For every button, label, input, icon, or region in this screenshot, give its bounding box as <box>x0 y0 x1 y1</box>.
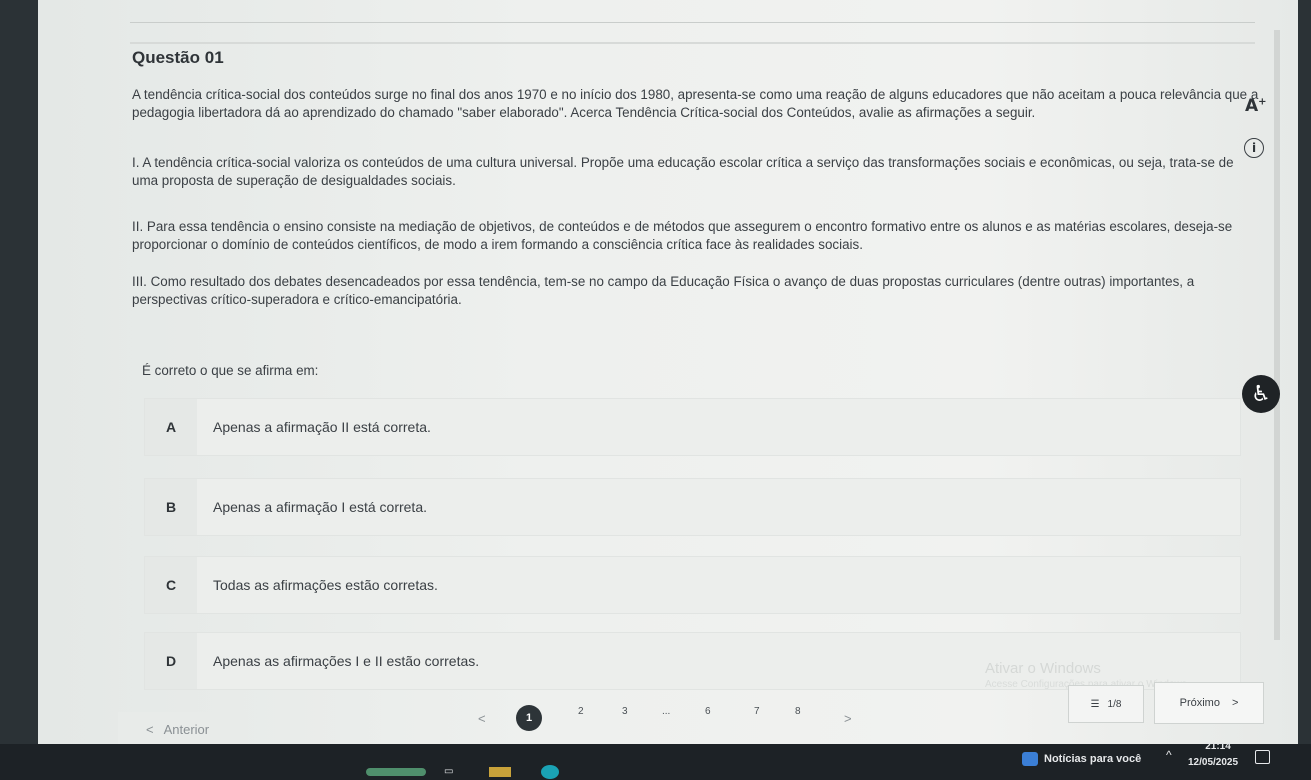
font-size-letter: A <box>1245 96 1259 116</box>
taskbar-edge-icon[interactable] <box>541 765 559 779</box>
chevron-right-icon: > <box>1231 697 1239 709</box>
question-prompt: É correto o que se afirma em: <box>142 363 319 378</box>
tray-expand-icon[interactable]: ^ <box>1166 748 1172 762</box>
option-text: Apenas a afirmação I está correta. <box>213 499 427 515</box>
info-icon[interactable]: i <box>1244 138 1264 158</box>
option-letter: D <box>145 633 197 689</box>
pager-next-icon[interactable]: > <box>844 711 852 726</box>
option-b[interactable]: B Apenas a afirmação I está correta. <box>144 478 1241 536</box>
page-1[interactable]: 1 <box>516 705 542 731</box>
question-intro: A tendência crítica-social dos conteúdos… <box>132 87 1259 120</box>
next-label: Próximo <box>1179 697 1220 709</box>
taskbar-task-view-icon[interactable]: ▭ <box>444 766 453 777</box>
clock-time[interactable]: 21:14 <box>1198 741 1238 752</box>
question-progress[interactable]: ☰ 1/8 <box>1068 685 1144 723</box>
chevron-left-icon: < <box>146 721 154 737</box>
page-2[interactable]: 2 <box>578 706 584 717</box>
page-7[interactable]: 7 <box>754 706 760 717</box>
accessibility-icon[interactable]: ♿ <box>1242 375 1280 413</box>
browser-screen: Questão 01 A tendência crítica-social do… <box>38 0 1298 746</box>
page-8[interactable]: 8 <box>795 706 801 717</box>
option-a[interactable]: A Apenas a afirmação II está correta. <box>144 398 1241 456</box>
statement-2: II. Para essa tendência o ensino consist… <box>132 219 1233 252</box>
progress-label: 1/8 <box>1107 698 1122 710</box>
question-title: Questão 01 <box>132 48 224 67</box>
clock-date[interactable]: 12/05/2025 <box>1188 757 1238 768</box>
list-icon: ☰ <box>1090 698 1100 710</box>
option-text: Todas as afirmações estão corretas. <box>213 577 438 593</box>
news-widget-label[interactable]: Notícias para você <box>1044 753 1141 765</box>
statement-1: I. A tendência crítica-social valoriza o… <box>132 155 1234 188</box>
page-6[interactable]: 6 <box>705 706 711 717</box>
previous-button[interactable]: < Anterior <box>118 712 248 746</box>
previous-label: Anterior <box>163 721 210 737</box>
font-size-plus: + <box>1258 96 1267 108</box>
pager-prev-icon[interactable]: < <box>478 711 486 726</box>
taskbar-file-explorer-icon[interactable] <box>489 767 511 777</box>
top-divider <box>130 22 1255 23</box>
windows-activation-watermark: Ativar o Windows <box>985 660 1101 677</box>
page-3[interactable]: 3 <box>622 706 628 717</box>
taskbar-app-icon[interactable] <box>366 768 426 776</box>
statement-3: III. Como resultado dos debates desencad… <box>132 274 1195 307</box>
next-button[interactable]: Próximo > <box>1154 682 1264 724</box>
option-letter: B <box>145 479 197 535</box>
top-divider-secondary <box>130 42 1255 44</box>
option-letter: C <box>145 557 197 613</box>
news-widget-icon[interactable] <box>1022 752 1038 766</box>
option-c[interactable]: C Todas as afirmações estão corretas. <box>144 556 1241 614</box>
notification-icon[interactable] <box>1255 750 1270 764</box>
page-ellipsis: ... <box>662 706 671 717</box>
font-size-icon[interactable]: A+ <box>1245 96 1267 116</box>
option-letter: A <box>145 399 197 455</box>
option-text: Apenas as afirmações I e II estão corret… <box>213 653 480 669</box>
option-text: Apenas a afirmação II está correta. <box>213 419 431 435</box>
scrollbar[interactable] <box>1274 30 1280 640</box>
